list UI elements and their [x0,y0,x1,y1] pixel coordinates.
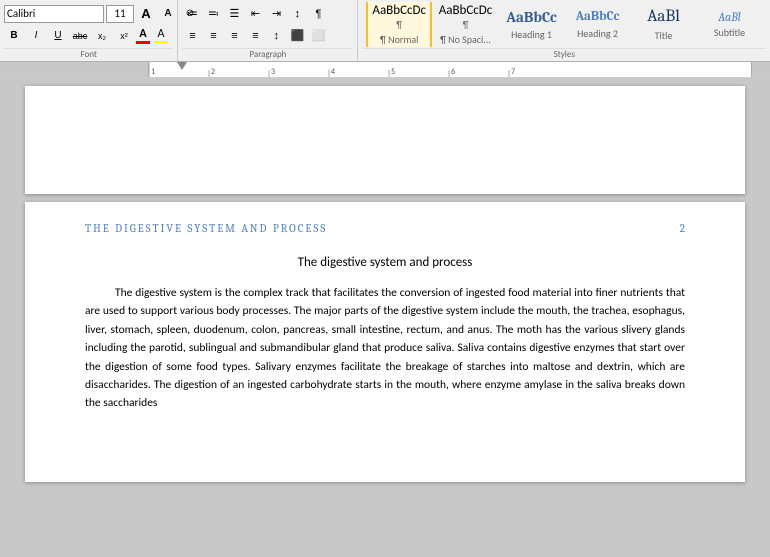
font-name-value: Calibri [7,7,35,20]
svg-text:1: 1 [151,67,155,77]
styles-panel: AaBbCcDc ¶ ¶ Normal AaBbCcDc ¶ ¶ No Spac… [362,2,766,47]
page-number: 2 [680,222,685,235]
show-marks-button[interactable]: ¶ [308,4,328,24]
style-normal-mark: ¶ [396,18,402,31]
font-shrink-button[interactable]: A [158,4,178,24]
indent-decrease-button[interactable]: ⇤ [245,4,265,24]
page-2: THE DIGESTIVE SYSTEM AND PROCESS 2 The d… [25,202,745,482]
borders-button[interactable]: ⬜ [308,26,328,46]
style-subtitle-label: Subtitle [714,26,745,39]
style-h1-label: Heading 1 [511,28,552,41]
shading-button[interactable]: ⬛ [287,26,307,46]
toolbar: Calibri 11 A A ⊘ B I U abc x₂ x² [0,0,770,62]
style-h1-preview: AaBbCc [506,8,557,26]
indent-marker [177,62,187,70]
styles-section-label: Styles [362,48,766,61]
style-nospace-label: ¶ No Spaci... [440,33,491,46]
style-title[interactable]: AaBl Title [631,2,696,47]
underline-button[interactable]: U [48,26,68,46]
align-center-button[interactable]: ≡ [203,26,223,46]
font-controls: Calibri 11 A A ⊘ B I U abc x₂ x² [4,2,173,47]
page-1 [25,86,745,194]
paragraph-section-label: Paragraph [182,48,353,61]
style-nospace-mark: ¶ [463,18,469,31]
style-h2-label: Heading 2 [577,27,618,40]
style-subtitle-preview: AaBl [718,10,740,24]
align-left-button[interactable]: ≡ [182,26,202,46]
svg-text:3: 3 [271,67,275,77]
font-section-label: Font [4,48,173,61]
bold-button[interactable]: B [4,26,24,46]
svg-text:4: 4 [331,67,335,77]
subscript-button[interactable]: x₂ [92,26,112,46]
style-title-label: Title [655,29,673,42]
style-title-preview: AaBl [647,7,680,27]
paragraph-group: ≔ ≕ ☰ ⇤ ⇥ ↕ ¶ ≡ ≡ ≡ ≡ ↕ ⬛ ⬜ [178,0,358,61]
style-heading1[interactable]: AaBbCc Heading 1 [499,2,564,47]
svg-text:2: 2 [211,67,215,77]
style-normal-preview: AaBbCcDc [372,3,426,19]
ruler: 1 2 3 4 5 6 7 [0,62,770,78]
superscript-button[interactable]: x² [114,26,134,46]
highlight-color-button[interactable]: A [154,27,168,44]
bullet-list-button[interactable]: ≔ [182,4,202,24]
doc-title: The digestive system and process [85,255,685,270]
document-area: THE DIGESTIVE SYSTEM AND PROCESS 2 The d… [0,78,770,490]
numbered-list-button[interactable]: ≕ [203,4,223,24]
style-subtitle[interactable]: AaBl Subtitle [697,2,762,47]
sort-button[interactable]: ↕ [287,4,307,24]
style-normal[interactable]: AaBbCcDc ¶ ¶ Normal [366,2,432,47]
strikethrough-button[interactable]: abc [70,26,90,46]
font-color-button[interactable]: A [136,27,150,44]
style-h2-preview: AaBbCc [576,9,620,25]
multilevel-list-button[interactable]: ☰ [224,4,244,24]
italic-button[interactable]: I [26,26,46,46]
svg-text:6: 6 [451,67,455,77]
chapter-title: THE DIGESTIVE SYSTEM AND PROCESS [85,222,327,235]
style-no-spacing[interactable]: AaBbCcDc ¶ ¶ No Spaci... [433,2,498,47]
body-paragraph: The digestive system is the complex trac… [85,284,685,413]
font-size-value: 11 [114,7,125,20]
font-name-box[interactable]: Calibri [4,5,104,23]
doc-body: The digestive system is the complex trac… [85,284,685,413]
paragraph-controls: ≔ ≕ ☰ ⇤ ⇥ ↕ ¶ ≡ ≡ ≡ ≡ ↕ ⬛ ⬜ [182,2,353,47]
align-right-button[interactable]: ≡ [224,26,244,46]
svg-text:5: 5 [391,67,395,77]
font-grow-button[interactable]: A [136,4,156,24]
font-size-box[interactable]: 11 [106,5,134,23]
ruler-ticks: 1 2 3 4 5 6 7 [149,62,751,78]
style-normal-label: ¶ Normal [380,33,418,46]
line-spacing-button[interactable]: ↕ [266,26,286,46]
style-nospace-preview: AaBbCcDc [439,3,493,19]
style-heading2[interactable]: AaBbCc Heading 2 [565,2,630,47]
font-group: Calibri 11 A A ⊘ B I U abc x₂ x² [0,0,178,61]
chapter-header: THE DIGESTIVE SYSTEM AND PROCESS 2 [85,222,685,235]
styles-group: AaBbCcDc ¶ ¶ Normal AaBbCcDc ¶ ¶ No Spac… [358,0,770,61]
svg-text:7: 7 [511,67,515,77]
indent-increase-button[interactable]: ⇥ [266,4,286,24]
justify-button[interactable]: ≡ [245,26,265,46]
